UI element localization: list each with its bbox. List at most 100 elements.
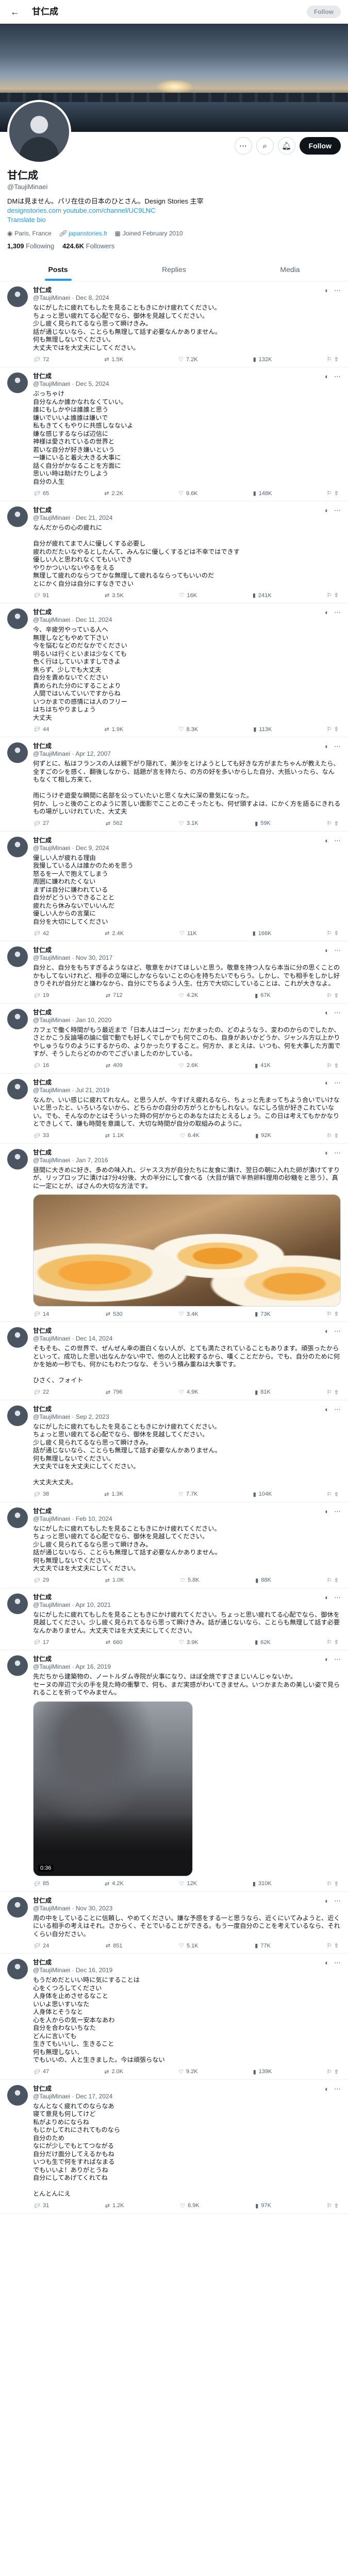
share-icon[interactable]: ⇧ (334, 1062, 339, 1069)
bookmark-icon[interactable]: ⚐ (327, 1311, 332, 1317)
tweet-date[interactable]: Nov 30, 2017 (76, 954, 112, 961)
more-icon[interactable]: ⋯ (334, 1405, 341, 1414)
like-button[interactable]: ♡ 5.1K (179, 1942, 198, 1950)
bookmark-icon[interactable]: ⚐ (327, 490, 331, 497)
more-icon[interactable]: ⋯ (334, 372, 341, 381)
reply-button[interactable]: 💬︎ 17 (33, 1639, 49, 1646)
retweet-button[interactable]: ⇄ 851 (106, 1942, 123, 1950)
tweet-author-name[interactable]: 甘仁成 (33, 506, 112, 514)
reply-button[interactable]: 💬︎ 72 (33, 356, 49, 363)
tweet[interactable]: 甘仁成 @TaujiMinaei · Dec 17, 2024 ◐ ⋯ なんとなく疲れて… (0, 2080, 348, 2214)
share-icon[interactable]: ⇧ (334, 490, 339, 497)
reply-button[interactable]: 💬︎ 65 (33, 490, 49, 497)
share-icon[interactable]: ⇧ (334, 356, 339, 363)
tweet[interactable]: 甘仁成 @TaujiMinaei · Nov 30, 2017 ◐ ⋯ 自分と、自分をも… (0, 941, 348, 1004)
tweet-avatar[interactable] (7, 1148, 28, 1170)
retweet-button[interactable]: ⇄ 1.0K (105, 1577, 124, 1584)
arrow-left-icon[interactable]: ← (7, 4, 23, 20)
tweet[interactable]: 甘仁成 @TaujiMinaei · Feb 10, 2024 ◐ ⋯ なにがしたに疲れ… (0, 1502, 348, 1588)
more-icon[interactable]: ⋯ (334, 946, 341, 955)
like-button[interactable]: ♡ 16K (179, 592, 197, 599)
tweet-avatar[interactable] (7, 1327, 28, 1348)
views-button[interactable]: ▮ 67K (255, 992, 271, 999)
tweet-avatar[interactable] (7, 506, 28, 527)
more-icon[interactable]: ⋯ (334, 1897, 341, 1905)
more-icon[interactable]: ⋯ (334, 506, 341, 515)
tweet-avatar[interactable] (7, 742, 28, 763)
reply-button[interactable]: 💬︎ 14 (33, 1311, 49, 1318)
more-icon[interactable]: ⋯ (334, 1009, 341, 1017)
tweet-author-name[interactable]: 甘仁成 (33, 1897, 112, 1905)
views-button[interactable]: ▮ 241K (253, 592, 272, 599)
bookmark-icon[interactable]: ⚐ (327, 1577, 331, 1584)
tweet-date[interactable]: Dec 16, 2019 (76, 1967, 112, 1974)
share-icon[interactable]: ⇧ (334, 820, 339, 827)
bookmark-icon[interactable]: ⚐ (327, 356, 331, 363)
more-icon[interactable]: ⋯ (334, 1959, 341, 1967)
more-icon[interactable]: ⋯ (234, 137, 252, 155)
share-icon[interactable]: ⇧ (334, 1132, 339, 1139)
tweet-date[interactable]: Dec 14, 2024 (76, 1335, 112, 1342)
tweet-date[interactable]: Apr 16, 2019 (75, 1663, 111, 1670)
tweet-author-name[interactable]: 甘仁成 (33, 372, 109, 380)
like-button[interactable]: ♡ 6.9K (180, 2202, 200, 2209)
grok-icon[interactable]: ◐ (325, 1959, 329, 1967)
share-icon[interactable]: ⇧ (334, 1491, 339, 1498)
topbar-follow-button[interactable]: Follow (307, 6, 341, 18)
tweet-date[interactable]: Feb 10, 2024 (76, 1515, 112, 1522)
tweet-avatar[interactable] (7, 1655, 28, 1676)
tweet-date[interactable]: Jan 10, 2020 (76, 1016, 111, 1024)
like-button[interactable]: ♡ 2.6K (179, 1062, 198, 1069)
tweet-date[interactable]: Jul 21, 2019 (76, 1087, 109, 1094)
reply-button[interactable]: 💬︎ 27 (33, 820, 49, 827)
more-icon[interactable]: ⋯ (334, 2085, 341, 2093)
tweet-handle[interactable]: @TaujiMinaei (33, 1335, 70, 1342)
reply-button[interactable]: 💬︎ 24 (33, 1942, 49, 1950)
grok-icon[interactable]: ◐ (325, 1897, 329, 1905)
tweet-author-name[interactable]: 甘仁成 (33, 286, 109, 294)
tweet-avatar[interactable] (7, 1896, 28, 1918)
more-icon[interactable]: ⋯ (334, 1655, 341, 1664)
tweet[interactable]: 甘仁成 @TaujiMinaei · Apr 10, 2021 ◐ ⋯ なにがしたに疲れ… (0, 1588, 348, 1650)
following-link[interactable]: 1,309 Following (7, 242, 54, 250)
share-icon[interactable]: ⇧ (334, 1942, 339, 1949)
tweet-handle[interactable]: @TaujiMinaei (33, 1601, 70, 1608)
retweet-button[interactable]: ⇄ 409 (106, 1062, 123, 1069)
share-icon[interactable]: ⇧ (334, 592, 339, 599)
retweet-button[interactable]: ⇄ 1.1K (105, 1132, 124, 1139)
tweet[interactable]: 甘仁成 @TaujiMinaei · Sep 2, 2023 ◐ ⋯ なにがしたに疲れて… (0, 1400, 348, 1502)
more-icon[interactable]: ⋯ (334, 1079, 341, 1087)
bookmark-icon[interactable]: ⚐ (327, 1880, 331, 1887)
reply-button[interactable]: 💬︎ 29 (33, 1577, 49, 1584)
tweet-handle[interactable]: @TaujiMinaei (33, 1515, 70, 1522)
tweet-avatar[interactable] (7, 2084, 28, 2106)
tweet-handle[interactable]: @TaujiMinaei (33, 1157, 70, 1164)
tweet-author-name[interactable]: 甘仁成 (33, 742, 111, 750)
share-icon[interactable]: ⇧ (334, 1389, 339, 1396)
share-icon[interactable]: ⇧ (334, 1577, 339, 1584)
tweet-avatar[interactable] (7, 372, 28, 393)
tweet-video[interactable]: 0:36 (33, 1701, 193, 1876)
views-button[interactable]: ▮ 62K (255, 1639, 271, 1646)
grok-icon[interactable]: ◐ (325, 1327, 329, 1335)
reply-button[interactable]: 💬︎ 31 (33, 2202, 49, 2209)
bell-icon[interactable]: 🔔︎ (277, 137, 295, 155)
share-icon[interactable]: ⇧ (334, 1311, 339, 1317)
tweet-handle[interactable]: @TaujiMinaei (33, 1663, 70, 1670)
tweet-date[interactable]: Apr 12, 2007 (75, 750, 111, 757)
tweet-date[interactable]: Dec 17, 2024 (76, 2093, 112, 2100)
tweet-date[interactable]: Sep 2, 2023 (76, 1413, 109, 1420)
bookmark-icon[interactable]: ⚐ (327, 2202, 331, 2209)
views-button[interactable]: ▮ 88K (255, 1577, 271, 1584)
views-button[interactable]: ▮ 92K (255, 1132, 271, 1139)
retweet-button[interactable]: ⇄ 1.9K (104, 726, 123, 733)
grok-icon[interactable]: ◐ (325, 1405, 329, 1414)
followers-link[interactable]: 424.6K Followers (62, 242, 114, 250)
tweet-handle[interactable]: @TaujiMinaei (33, 1087, 70, 1094)
tweet-avatar[interactable] (7, 836, 28, 857)
like-button[interactable]: ♡ 4.2K (179, 992, 198, 999)
tweet-handle[interactable]: @TaujiMinaei (33, 2093, 70, 2100)
tweet-avatar[interactable] (7, 946, 28, 967)
views-button[interactable]: ▮ 81K (255, 1389, 271, 1396)
bookmark-icon[interactable]: ⚐ (327, 1132, 331, 1139)
